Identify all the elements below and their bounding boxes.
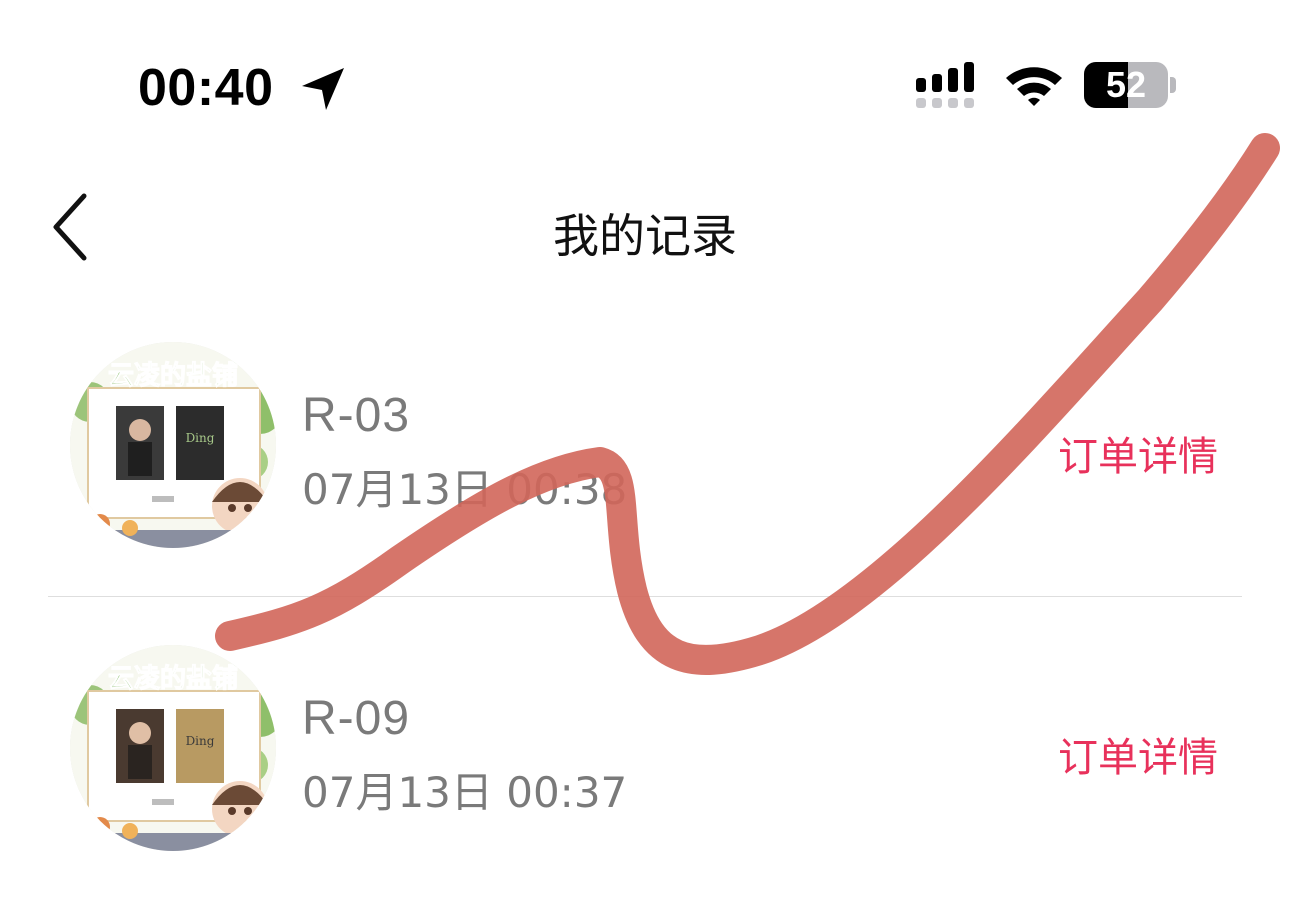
record-thumbnail: 云凌的盐铺 Ding xyxy=(70,342,276,548)
svg-text:Ding: Ding xyxy=(186,431,215,445)
thumbnail-banner-text: 云凌的盐铺 xyxy=(108,360,238,391)
thumbnail-image: 云凌的盐铺 Ding xyxy=(70,342,276,548)
svg-text:Ding: Ding xyxy=(186,734,215,748)
status-time: 00:40 xyxy=(138,59,274,117)
wifi-icon xyxy=(1006,67,1062,106)
thumbnail-banner-text: 云凌的盐铺 xyxy=(108,663,238,694)
record-thumbnail: 云凌的盐铺 Ding xyxy=(70,645,276,851)
list-divider xyxy=(48,596,1242,597)
order-detail-link[interactable]: 订单详情 xyxy=(1058,424,1218,482)
record-datetime: 07月13日 00:37 xyxy=(302,768,628,817)
location-arrow-icon xyxy=(302,68,344,110)
page-title: 我的记录 xyxy=(553,209,737,263)
record-code: R-09 xyxy=(302,692,411,745)
signal-icon xyxy=(916,62,974,108)
thumbnail-image: 云凌的盐铺 Ding xyxy=(70,645,276,851)
order-detail-link[interactable]: 订单详情 xyxy=(1058,725,1218,783)
status-bar: 00:40 52 xyxy=(0,0,1290,150)
battery-level-text: 52 xyxy=(1105,64,1147,105)
battery-icon: 52 xyxy=(1084,62,1168,108)
list-item[interactable]: 云凌的盐铺 Ding R-03 07月13日 00:38 订单详情 xyxy=(0,330,1290,560)
record-code: R-03 xyxy=(302,389,411,442)
record-datetime: 07月13日 00:38 xyxy=(302,465,628,514)
battery-tip xyxy=(1170,77,1176,93)
list-item[interactable]: 云凌的盐铺 Ding R-09 07月13日 00:37 订单详情 xyxy=(0,635,1290,865)
